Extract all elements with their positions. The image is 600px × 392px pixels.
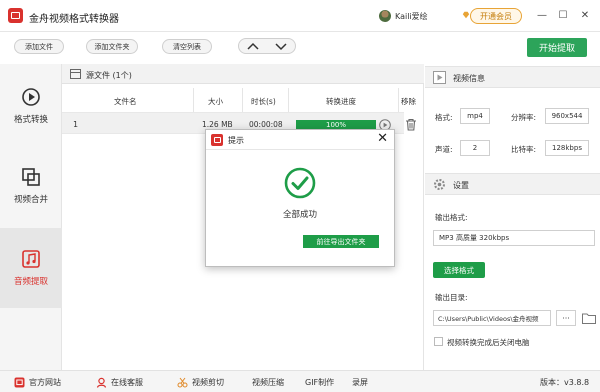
move-buttons [238, 38, 296, 54]
success-dialog: 提示 ✕ 全部成功 前往导出文件夹 [205, 129, 395, 267]
bitrate-value: 128kbps [545, 140, 589, 156]
support-link[interactable]: 在线客服 [96, 377, 143, 388]
merge-icon [22, 168, 40, 186]
video-info-icon [433, 71, 446, 84]
format-value: mp4 [460, 108, 490, 124]
shutdown-label: 视频转换完成后关闭电脑 [447, 338, 530, 347]
output-format-field: MP3 高质量 320kbps [433, 230, 595, 246]
right-panel: 视频信息 格式: mp4 分辨率: 960x544 声道: 2 比特率: 128… [425, 64, 600, 370]
app-title: 金舟视频格式转换器 [29, 14, 119, 25]
column-divider [398, 88, 399, 112]
sidebar-item-audio-extract[interactable]: 音频提取 [0, 228, 62, 308]
bitrate-label: 比特率: [511, 145, 537, 154]
output-dir-label: 输出目录: [435, 293, 468, 302]
record-link[interactable]: 录屏 [352, 377, 368, 388]
add-folder-button[interactable]: 添加文件夹 [86, 39, 138, 54]
support-label: 在线客服 [111, 378, 143, 387]
channel-value: 2 [460, 140, 490, 156]
website-label: 官方网站 [29, 378, 61, 387]
progress-value: 100% [325, 121, 346, 129]
minimize-button[interactable]: — [535, 8, 549, 22]
resolution-value: 960x544 [545, 108, 589, 124]
app-logo-icon [211, 134, 223, 146]
website-link[interactable]: 官方网站 [14, 377, 61, 388]
video-cut-label: 视频剪切 [192, 378, 224, 387]
sidebar-item-label: 视频合并 [13, 195, 48, 205]
column-header-duration: 时长(s) [251, 97, 276, 106]
scissors-icon [177, 377, 188, 388]
channel-label: 声道: [435, 145, 453, 154]
bottom-bar: 官方网站 在线客服 视频剪切 视频压缩 GIF制作 录屏 版本：v3.8.8 [0, 370, 600, 392]
file-size: 1.26 MB [202, 120, 233, 129]
website-icon [14, 377, 25, 388]
sidebar-item-video-merge[interactable]: 视频合并 [0, 146, 62, 226]
select-format-button[interactable]: 选择格式 [433, 262, 485, 278]
column-divider [193, 88, 194, 112]
sidebar: 格式转换 视频合并 音频提取 [0, 64, 62, 370]
record-label: 录屏 [352, 378, 368, 387]
sidebar-item-format-convert[interactable]: 格式转换 [0, 66, 62, 146]
move-down-icon[interactable] [275, 42, 287, 51]
folder-icon[interactable] [582, 312, 596, 324]
move-up-icon[interactable] [247, 42, 259, 51]
column-header-filename: 文件名 [114, 97, 137, 106]
column-header-size: 大小 [208, 97, 223, 106]
sidebar-item-label: 音频提取 [13, 277, 48, 287]
user-avatar[interactable] [379, 10, 391, 22]
settings-title: 设置 [453, 181, 469, 190]
browse-button[interactable]: ··· [556, 310, 576, 326]
vip-button[interactable]: 开通会员 [470, 8, 522, 24]
add-file-button[interactable]: 添加文件 [14, 39, 64, 54]
video-compress-link[interactable]: 视频压缩 [252, 377, 284, 388]
video-compress-label: 视频压缩 [252, 378, 284, 387]
play-circle-icon [22, 88, 40, 106]
settings-header: 设置 [425, 173, 600, 195]
dialog-title: 提示 [228, 136, 244, 145]
diamond-icon [462, 11, 470, 19]
gear-icon [434, 179, 445, 190]
column-divider [242, 88, 243, 112]
dialog-header: 提示 ✕ [206, 130, 394, 150]
column-divider [288, 88, 289, 112]
dialog-close-button[interactable]: ✕ [377, 132, 388, 146]
vip-button-label: 开通会员 [480, 11, 512, 21]
user-name[interactable]: Kaili爱绘 [395, 11, 428, 22]
maximize-button[interactable]: ☐ [556, 8, 570, 22]
file-list-title: 源文件 (1个) [86, 71, 132, 80]
resolution-label: 分辨率: [511, 113, 537, 122]
open-output-folder-button[interactable]: 前往导出文件夹 [303, 235, 379, 248]
title-bar: 金舟视频格式转换器 Kaili爱绘 开通会员 — ☐ ✕ [0, 0, 600, 32]
file-duration: 00:00:08 [249, 120, 283, 129]
sidebar-item-label: 格式转换 [13, 115, 48, 125]
output-format-label: 输出格式: [435, 213, 468, 222]
column-header-progress: 转换进度 [326, 97, 356, 106]
music-note-icon [22, 250, 40, 268]
trash-icon[interactable] [405, 118, 417, 131]
file-list-header: 源文件 (1个) [62, 64, 424, 84]
output-dir-field[interactable]: C:\Users\Public\Videos\金舟视频 [433, 310, 551, 326]
close-button[interactable]: ✕ [578, 8, 592, 22]
gif-link[interactable]: GIF制作 [305, 377, 334, 388]
success-check-icon [284, 167, 316, 199]
column-header-remove: 移除 [401, 97, 416, 106]
start-extract-button[interactable]: 开始提取 [527, 38, 587, 57]
dialog-message: 全部成功 [282, 210, 317, 220]
format-label: 格式: [435, 113, 453, 122]
video-info-header: 视频信息 [425, 66, 600, 88]
toolbar: 添加文件 添加文件夹 清空列表 开始提取 [0, 33, 600, 61]
shutdown-checkbox[interactable] [434, 337, 443, 346]
gif-label: GIF制作 [305, 378, 335, 387]
video-info-title: 视频信息 [453, 74, 485, 83]
app-logo-icon [8, 8, 23, 23]
clear-list-button[interactable]: 清空列表 [162, 39, 212, 54]
file-name: 1 [73, 120, 79, 129]
headset-icon [96, 377, 107, 388]
video-cut-link[interactable]: 视频剪切 [177, 377, 224, 388]
version-label: 版本：v3.8.8 [540, 378, 590, 387]
file-list-icon [70, 69, 81, 79]
